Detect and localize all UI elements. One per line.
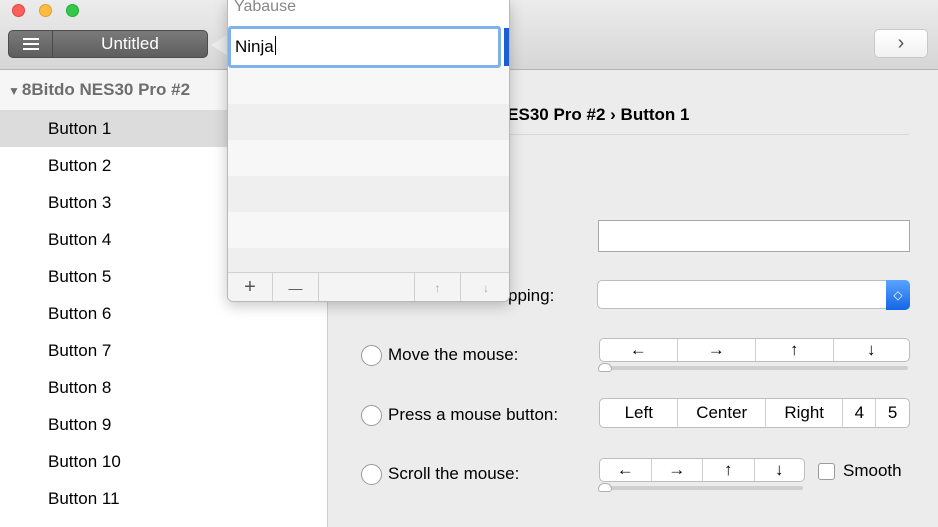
mapping-label: pping:	[508, 286, 555, 305]
mapping-popup-select[interactable]: ◇	[597, 280, 910, 310]
close-window-button[interactable]	[12, 4, 25, 17]
press-mouse-label: Press a mouse button:	[388, 405, 559, 424]
remove-configuration-button[interactable]: —	[273, 273, 319, 301]
smooth-label: Smooth	[843, 461, 902, 480]
configuration-title: Untitled	[101, 34, 159, 53]
smooth-checkbox[interactable]	[818, 462, 835, 480]
move-down-segment[interactable]: ↓	[834, 339, 910, 361]
zoom-window-button[interactable]	[66, 4, 79, 17]
configuration-selector[interactable]: Untitled	[8, 30, 208, 58]
press-mouse-radio[interactable]	[361, 404, 382, 426]
move-down-button[interactable]: ↓	[461, 273, 509, 301]
move-mouse-row[interactable]: Move the mouse:	[361, 343, 518, 367]
configuration-name-input[interactable]: Ninja	[228, 26, 501, 68]
arrow-down-icon: ↓	[483, 280, 489, 295]
chevron-right-icon: ›	[897, 32, 905, 54]
move-mouse-direction-control[interactable]: ← → ↑ ↓	[599, 338, 910, 362]
move-speed-slider-knob[interactable]	[598, 363, 612, 372]
list-item[interactable]	[228, 68, 509, 104]
disclosure-triangle-icon[interactable]: ▼	[8, 84, 20, 98]
list-item[interactable]	[228, 140, 509, 176]
scroll-right-segment[interactable]: →	[652, 459, 703, 481]
mouse-button-control[interactable]: Left Center Right 4 5	[599, 398, 910, 428]
mouse-center-segment[interactable]: Center	[678, 399, 766, 427]
list-item[interactable]	[228, 104, 509, 140]
footer-spacer	[319, 273, 415, 301]
hamburger-menu-icon[interactable]	[9, 31, 53, 57]
mouse-left-segment[interactable]: Left	[600, 399, 679, 427]
device-name: 8Bitdo NES30 Pro #2	[21, 80, 191, 99]
press-mouse-row[interactable]: Press a mouse button:	[361, 403, 558, 427]
forward-button[interactable]: ›	[874, 29, 928, 58]
arrow-up-icon: ↑	[434, 280, 441, 295]
minus-icon: —	[288, 279, 303, 296]
popup-stepper-icon[interactable]: ◇	[886, 280, 910, 310]
scroll-mouse-row[interactable]: Scroll the mouse:	[361, 462, 519, 486]
list-item[interactable]	[228, 212, 509, 248]
popover-scrollbar[interactable]	[504, 28, 509, 66]
list-item[interactable]	[228, 176, 509, 212]
move-up-button[interactable]: ↑	[415, 273, 461, 301]
key-press-field[interactable]	[598, 220, 910, 252]
scroll-left-segment[interactable]: ←	[600, 459, 652, 481]
text-caret	[274, 36, 276, 55]
mouse-right-segment[interactable]: Right	[766, 399, 844, 427]
move-left-segment[interactable]: ←	[600, 339, 678, 361]
configuration-name-value: Ninja	[235, 37, 274, 56]
add-configuration-button[interactable]: +	[228, 273, 273, 301]
scroll-speed-slider[interactable]	[601, 486, 803, 490]
sidebar-item-button-7[interactable]: Button 7	[0, 332, 327, 369]
sidebar-item-button-10[interactable]: Button 10	[0, 443, 327, 480]
scroll-down-segment[interactable]: ↓	[755, 459, 805, 481]
scroll-direction-control[interactable]: ← → ↑ ↓	[599, 458, 805, 482]
move-up-segment[interactable]: ↑	[756, 339, 834, 361]
sidebar-item-button-8[interactable]: Button 8	[0, 369, 327, 406]
scroll-speed-slider-knob[interactable]	[598, 483, 612, 492]
scroll-mouse-radio[interactable]	[361, 463, 382, 485]
move-right-segment[interactable]: →	[678, 339, 756, 361]
mouse-5-segment[interactable]: 5	[876, 399, 909, 427]
minimize-window-button[interactable]	[39, 4, 52, 17]
move-mouse-radio[interactable]	[361, 344, 382, 366]
scroll-up-segment[interactable]: ↑	[703, 459, 755, 481]
previous-configuration-name[interactable]: Yabause	[234, 0, 296, 16]
smooth-checkbox-row[interactable]: Smooth	[818, 461, 902, 481]
plus-icon: +	[244, 276, 256, 298]
move-mouse-label: Move the mouse:	[388, 345, 519, 364]
popover-arrow	[211, 34, 228, 56]
configuration-popover: Yabause Ninja + — ↑ ↓	[227, 0, 510, 302]
scroll-mouse-label: Scroll the mouse:	[388, 464, 520, 483]
configuration-list	[228, 68, 509, 284]
mouse-4-segment[interactable]: 4	[843, 399, 877, 427]
move-speed-slider[interactable]	[601, 366, 908, 370]
popover-footer: + — ↑ ↓	[228, 272, 509, 301]
sidebar-item-button-9[interactable]: Button 9	[0, 406, 327, 443]
sidebar-item-button-11[interactable]: Button 11	[0, 480, 327, 517]
